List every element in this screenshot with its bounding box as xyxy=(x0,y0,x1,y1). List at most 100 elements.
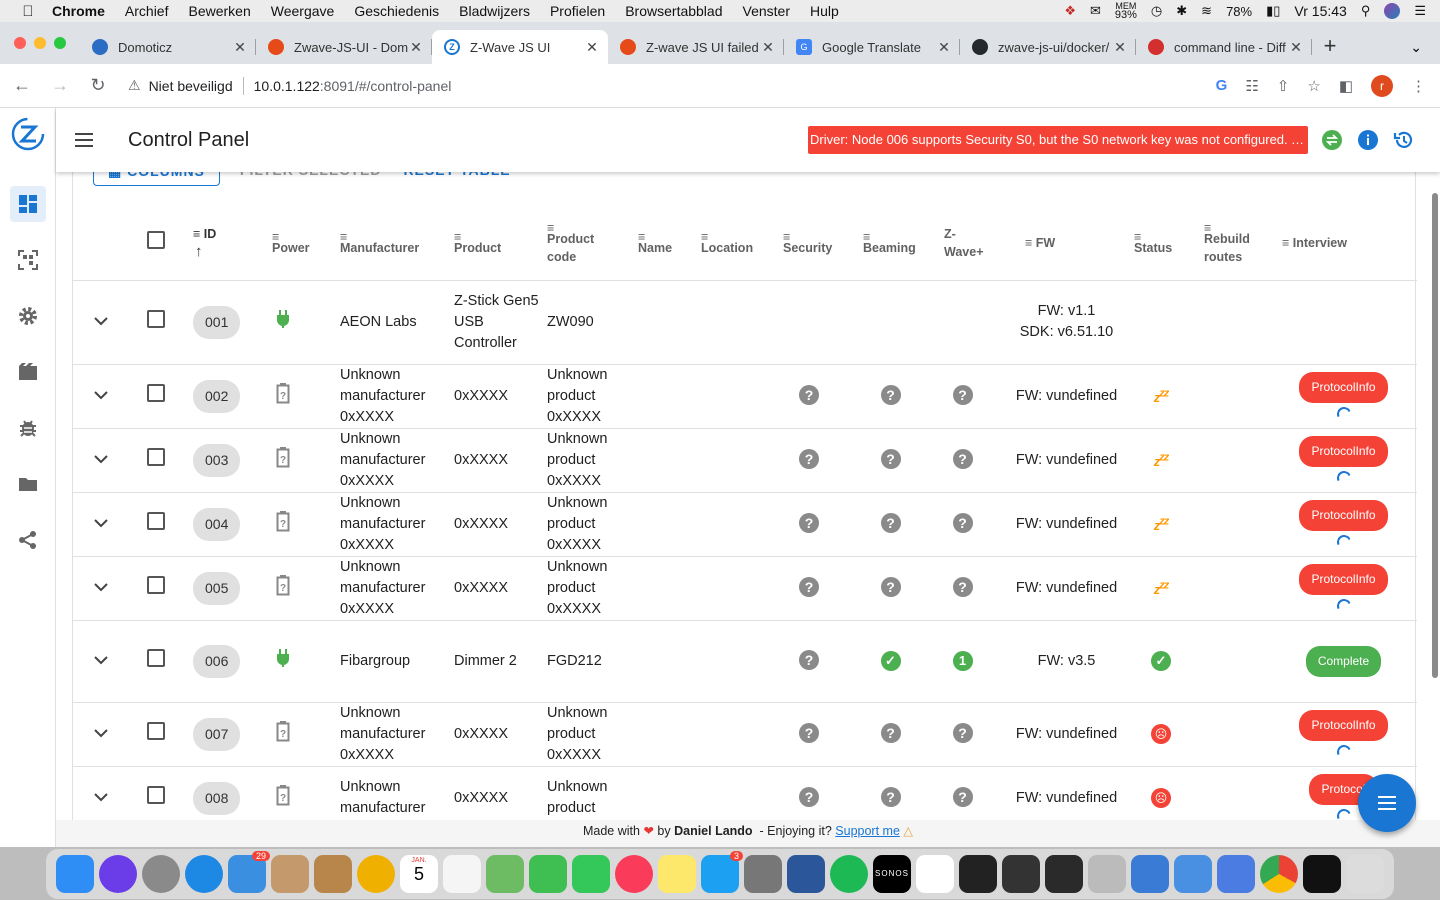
tab-zwave-failed[interactable]: Z-wave JS UI failed ✕ xyxy=(608,30,784,64)
column-header-beaming[interactable]: ≡ Beaming xyxy=(859,206,940,281)
url-text[interactable]: 10.0.1.122:8091/#/control-panel xyxy=(254,78,452,94)
column-header-power[interactable]: ≡ Power xyxy=(268,206,336,281)
row-checkbox[interactable] xyxy=(147,447,165,466)
share-icon[interactable]: ⇧ xyxy=(1277,77,1290,95)
dock-terminal-icon[interactable] xyxy=(1303,854,1341,893)
expand-chevron-icon[interactable] xyxy=(94,726,108,742)
menu-hamburger-icon[interactable] xyxy=(56,132,112,148)
column-header-security[interactable]: ≡ Security xyxy=(779,206,859,281)
google-icon[interactable]: G xyxy=(1216,77,1228,94)
filter-icon[interactable]: ≡ xyxy=(701,228,775,244)
expand-chevron-icon[interactable] xyxy=(94,452,108,468)
column-header-location[interactable]: ≡ Location xyxy=(697,206,779,281)
menu-venster[interactable]: Venster xyxy=(743,3,790,19)
fab-menu-button[interactable] xyxy=(1358,774,1416,832)
table-row[interactable]: 005? Unknown manufacturer 0xXXXX 0xXXXX Unk… xyxy=(73,556,1417,621)
close-tab-icon[interactable]: ✕ xyxy=(232,39,248,56)
expand-chevron-icon[interactable] xyxy=(94,388,108,404)
filter-icon[interactable]: ≡ xyxy=(454,228,539,244)
dock-sonos-icon[interactable]: SONOS xyxy=(873,854,911,893)
page-scrollbar[interactable] xyxy=(1432,193,1438,678)
dock-maps-icon[interactable] xyxy=(486,854,524,893)
close-tab-icon[interactable]: ✕ xyxy=(936,39,952,56)
driver-alert-banner[interactable]: Driver: Node 006 supports Security S0, b… xyxy=(808,126,1308,154)
row-checkbox[interactable] xyxy=(147,575,165,594)
dock-tool-1-icon[interactable] xyxy=(959,854,997,893)
table-row[interactable]: 001 AEON Labs Z-Stick Gen5 USB Controller Z… xyxy=(73,280,1417,365)
nav-store[interactable] xyxy=(10,466,46,502)
dock-notes-icon[interactable] xyxy=(658,854,696,893)
dropbox-icon[interactable]: ❖ xyxy=(1064,3,1076,19)
row-checkbox[interactable] xyxy=(147,785,165,804)
menu-bladwijzers[interactable]: Bladwijzers xyxy=(459,3,530,19)
profile-avatar[interactable]: r xyxy=(1371,74,1393,97)
dock-chrome-icon[interactable] xyxy=(1260,854,1298,893)
dock-appstore-icon[interactable]: 3 xyxy=(701,850,743,893)
filter-icon[interactable]: ≡ xyxy=(340,228,446,244)
nav-smart-start[interactable] xyxy=(10,242,46,278)
dock-preview-2-icon[interactable] xyxy=(1217,854,1255,893)
dock-mail-icon[interactable]: 29 xyxy=(228,850,270,893)
menu-weergave[interactable]: Weergave xyxy=(271,3,335,19)
dock-calendar-icon[interactable]: JAN. 5 xyxy=(400,854,438,893)
row-checkbox[interactable] xyxy=(147,721,165,740)
filter-icon[interactable]: ≡ xyxy=(272,228,332,244)
row-checkbox[interactable] xyxy=(147,511,165,530)
row-checkbox[interactable] xyxy=(147,383,165,402)
bluetooth-icon[interactable]: ✱ xyxy=(1176,3,1187,19)
minimize-window-button[interactable] xyxy=(34,37,46,49)
dock-trash-icon[interactable] xyxy=(1346,854,1384,893)
close-tab-icon[interactable]: ✕ xyxy=(584,39,600,56)
not-secure-label[interactable]: Niet beveiligd xyxy=(149,78,233,94)
filter-icon[interactable]: ≡ xyxy=(638,228,693,244)
back-arrow-icon[interactable]: ← xyxy=(6,75,38,96)
reload-icon[interactable]: ↻ xyxy=(82,75,114,96)
expand-chevron-icon[interactable] xyxy=(94,314,108,330)
zwave-logo-icon[interactable] xyxy=(10,116,46,152)
menu-bewerken[interactable]: Bewerken xyxy=(188,3,250,19)
battery-percent[interactable]: 78% xyxy=(1226,4,1252,19)
tab-github-docker[interactable]: zwave-js-ui/docker/✕ xyxy=(960,30,1136,64)
dock-system-preferences-icon[interactable] xyxy=(744,854,782,893)
close-tab-icon[interactable]: ✕ xyxy=(760,39,776,56)
menu-app-chrome[interactable]: Chrome xyxy=(52,3,105,19)
messages-icon[interactable]: ✉ xyxy=(1090,3,1101,19)
table-row[interactable]: 002? Unknown manufacturer 0xXXXX 0xXXXX Unk… xyxy=(73,364,1417,429)
dock-reminders-icon[interactable] xyxy=(443,854,481,893)
clock[interactable]: Vr 15:43 xyxy=(1294,3,1346,19)
dock-siri-icon[interactable] xyxy=(99,854,137,893)
omnibox[interactable]: ⚠ Niet beveiligd 10.0.1.122:8091/#/contr… xyxy=(124,68,1204,103)
menu-geschiedenis[interactable]: Geschiedenis xyxy=(354,3,439,19)
column-header-product[interactable]: ≡ Product xyxy=(450,206,543,281)
tab-zwave-js-ui-domoticz[interactable]: Zwave-JS-UI - Dom ✕ xyxy=(256,30,432,64)
filter-icon[interactable]: ≡ xyxy=(1282,236,1293,250)
mem-indicator[interactable]: MEM 93% xyxy=(1115,2,1137,21)
filter-icon[interactable]: ≡ xyxy=(1134,228,1196,244)
warning-icon[interactable]: ⚠ xyxy=(128,77,141,94)
control-center-icon[interactable]: ☰ xyxy=(1414,3,1426,19)
dock-notebook-icon[interactable] xyxy=(314,854,352,893)
tab-google-translate[interactable]: G Google Translate ✕ xyxy=(784,30,960,64)
forward-arrow-icon[interactable]: → xyxy=(44,75,76,96)
column-header-fw[interactable]: ≡ FW xyxy=(1003,206,1130,281)
menu-profielen[interactable]: Profielen xyxy=(550,3,605,19)
chrome-menu-icon[interactable]: ⋮ xyxy=(1411,77,1426,95)
dock-tool-5-icon[interactable] xyxy=(1131,854,1169,893)
filter-icon[interactable]: ≡ xyxy=(783,228,855,244)
column-header-product-code[interactable]: ≡ Product code xyxy=(543,206,634,281)
nav-settings[interactable] xyxy=(10,298,46,334)
table-row[interactable]: 003? Unknown manufacturer 0xXXXX 0xXXXX Unk… xyxy=(73,428,1417,493)
column-header-interview[interactable]: ≡ Interview xyxy=(1278,206,1417,281)
table-row[interactable]: 006 Fibargroup Dimmer 2 FGD212? ✓ 1 FW: v3.5 ✓ C… xyxy=(73,620,1417,703)
dock-spotify-icon[interactable] xyxy=(830,854,868,893)
row-checkbox[interactable] xyxy=(147,309,165,328)
zoom-window-button[interactable] xyxy=(54,37,66,49)
sort-ascending-icon[interactable]: ↑ xyxy=(195,243,203,260)
column-header-name[interactable]: ≡ Name xyxy=(634,206,697,281)
select-all-checkbox[interactable] xyxy=(147,231,165,250)
expand-chevron-icon[interactable] xyxy=(94,516,108,532)
nav-scenes[interactable] xyxy=(10,354,46,390)
expand-chevron-icon[interactable] xyxy=(94,653,108,669)
time-machine-icon[interactable]: ◷ xyxy=(1151,3,1162,19)
dock-tool-3-icon[interactable] xyxy=(1045,854,1083,893)
